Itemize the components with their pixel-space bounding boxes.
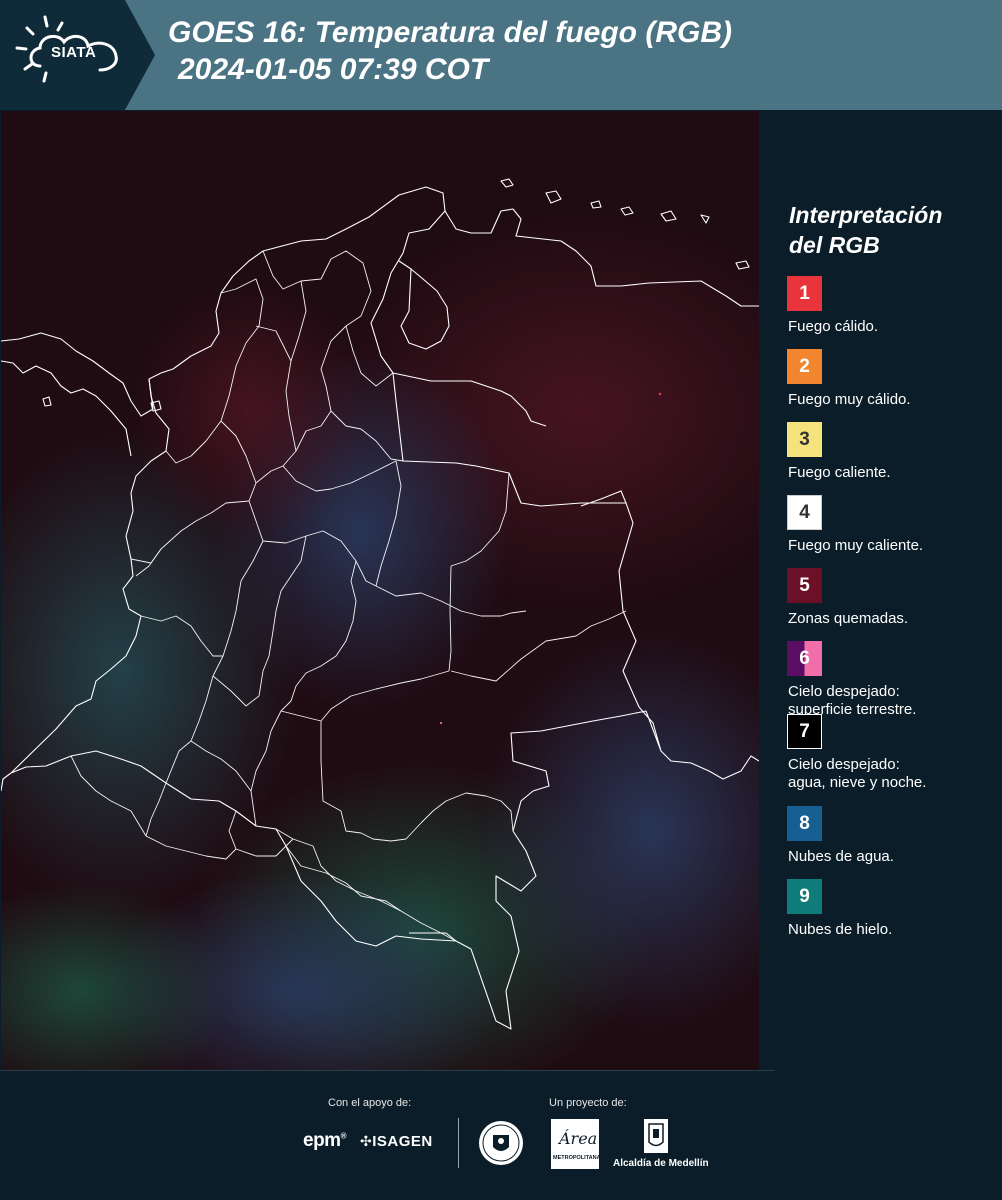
siata-logo: SIATA: [0, 0, 155, 110]
legend-item-5: 5 Zonas quemadas.: [772, 568, 998, 641]
legend-swatch-9: 9: [787, 879, 822, 914]
area-label: Área: [559, 1129, 598, 1148]
satellite-map: [1, 111, 759, 1070]
legend-label-5: Zonas quemadas.: [788, 610, 909, 627]
legend-item-3: 3 Fuego caliente.: [772, 422, 998, 495]
footer-divider: [0, 1070, 775, 1071]
legend-item-1: 1 Fuego cálido.: [772, 276, 998, 349]
legend-swatch-1: 1: [787, 276, 822, 311]
area-metropolitana-logo: Área METROPOLITANA: [551, 1119, 601, 1169]
isagen-mark-icon: ✣: [360, 1133, 373, 1149]
legend-swatch-5: 5: [787, 568, 822, 603]
legend-label-8: Nubes de agua.: [788, 848, 894, 865]
project-caption: Un proyecto de:: [549, 1097, 627, 1109]
page-title: GOES 16: Temperatura del fuego (RGB) 202…: [168, 14, 732, 88]
legend-label-2: Fuego muy cálido.: [788, 391, 911, 408]
title-timestamp: 2024-01-05 07:39 COT: [178, 53, 489, 86]
legend-item-7: 7 Cielo despejado: agua, nieve y noche.: [772, 714, 998, 806]
legend-swatch-6: 6: [787, 641, 822, 676]
legend-label-6-line1: Cielo despejado:: [788, 683, 900, 700]
legend-item-6: 6 Cielo despejado: superficie terrestre.: [772, 641, 998, 718]
medellin-coat-of-arms-icon: [642, 1118, 670, 1154]
legend-label-7-line1: Cielo despejado:: [788, 756, 900, 773]
legend-swatch-8: 8: [787, 806, 822, 841]
legend-title-line2: del RGB: [789, 232, 880, 258]
isagen-label: ISAGEN: [372, 1133, 433, 1150]
legend-item-4: 4 Fuego muy caliente.: [772, 495, 998, 568]
antioquia-seal-icon: [477, 1117, 525, 1169]
legend-label-1: Fuego cálido.: [788, 318, 879, 335]
legend-label-7: Cielo despejado: agua, nieve y noche.: [788, 756, 926, 792]
legend-label-9: Nubes de hielo.: [788, 921, 893, 938]
alcaldia-label: Alcaldía de Medellín: [613, 1158, 709, 1169]
isagen-logo: ✣ISAGEN: [360, 1133, 433, 1150]
epm-label: epm: [303, 1130, 341, 1151]
legend-label-4: Fuego muy caliente.: [788, 537, 924, 554]
legend-title: Interpretación del RGB: [789, 200, 998, 260]
area-sublabel: METROPOLITANA: [553, 1155, 601, 1161]
legend-swatch-4: 4: [787, 495, 822, 530]
legend-item-2: 2 Fuego muy cálido.: [772, 349, 998, 422]
legend-swatch-3: 3: [787, 422, 822, 457]
legend-title-line1: Interpretación: [789, 202, 943, 228]
epm-logo: epm®: [303, 1130, 347, 1151]
legend-swatch-2: 2: [787, 349, 822, 384]
title-product: GOES 16: Temperatura del fuego (RGB): [168, 16, 732, 49]
legend-item-9: 9 Nubes de hielo.: [772, 879, 998, 952]
legend-swatch-7: 7: [787, 714, 822, 749]
legend-item-8: 8 Nubes de agua.: [772, 806, 998, 879]
rgb-legend: Interpretación del RGB 1 Fuego cálido. 2…: [772, 200, 998, 952]
legend-label-7-line2: agua, nieve y noche.: [788, 774, 927, 791]
footer-separator: [458, 1118, 459, 1168]
legend-label-3: Fuego caliente.: [788, 464, 891, 481]
logo-text: SIATA: [51, 44, 97, 61]
header-bar: SIATA GOES 16: Temperatura del fuego (RG…: [0, 0, 1002, 110]
support-caption: Con el apoyo de:: [328, 1097, 412, 1109]
